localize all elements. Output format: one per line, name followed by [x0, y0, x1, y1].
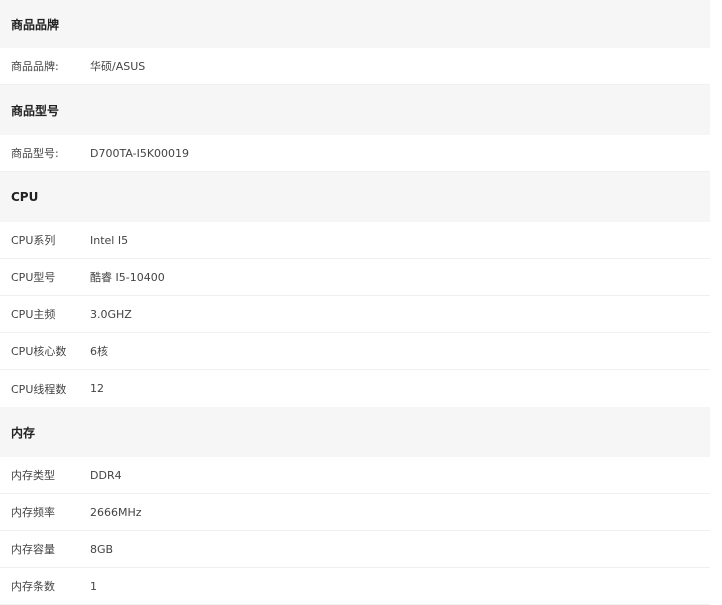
section-header-cpu: CPU [0, 172, 710, 222]
spec-label: CPU线程数 [11, 382, 67, 396]
spec-row-model: 商品型号: D700TA-I5K00019 [0, 135, 710, 172]
spec-label: 内存容量 [11, 543, 55, 556]
spec-value: DDR4 [90, 468, 122, 482]
spec-row-cpu-model: CPU型号 酷睿 I5-10400 [0, 259, 710, 296]
spec-label: CPU系列 [11, 234, 56, 247]
spec-row-cpu-cores: CPU核心数 6核 [0, 333, 710, 370]
spec-value: 3.0GHZ [90, 307, 132, 321]
spec-label: CPU主频 [11, 308, 56, 321]
spec-label: CPU核心数 [11, 345, 67, 358]
spec-value: Intel I5 [90, 233, 129, 247]
spec-row-memory-capacity: 内存容量 8GB [0, 531, 710, 568]
spec-value: 华硕/ASUS [90, 60, 146, 73]
spec-label: 商品型号: [11, 147, 59, 160]
spec-value: 1 [90, 579, 97, 593]
spec-table: 商品品牌 商品品牌: 华硕/ASUS 商品型号 商品型号: D700TA-I5K… [0, 0, 710, 605]
spec-value: 8GB [90, 542, 114, 556]
spec-row-cpu-threads: CPU线程数 12 [0, 370, 710, 407]
spec-label: CPU型号 [11, 271, 56, 284]
spec-row-memory-type: 内存类型 DDR4 [0, 457, 710, 494]
spec-value: 2666MHz [90, 505, 142, 519]
section-header-brand: 商品品牌 [0, 0, 710, 48]
section-header-memory: 内存 [0, 407, 710, 457]
section-header-model: 商品型号 [0, 85, 710, 135]
spec-value: 6核 [90, 345, 108, 358]
spec-label: 内存类型 [11, 469, 55, 482]
spec-value: 12 [90, 382, 104, 395]
spec-label: 内存频率 [11, 506, 55, 519]
spec-row-cpu-series: CPU系列 Intel I5 [0, 222, 710, 259]
spec-value: D700TA-I5K00019 [90, 146, 190, 160]
spec-row-memory-count: 内存条数 1 [0, 568, 710, 605]
spec-value: 酷睿 I5-10400 [90, 271, 165, 284]
spec-row-cpu-frequency: CPU主频 3.0GHZ [0, 296, 710, 333]
spec-label: 内存条数 [11, 580, 55, 593]
spec-row-brand: 商品品牌: 华硕/ASUS [0, 48, 710, 85]
spec-label: 商品品牌: [11, 60, 59, 73]
spec-row-memory-frequency: 内存频率 2666MHz [0, 494, 710, 531]
